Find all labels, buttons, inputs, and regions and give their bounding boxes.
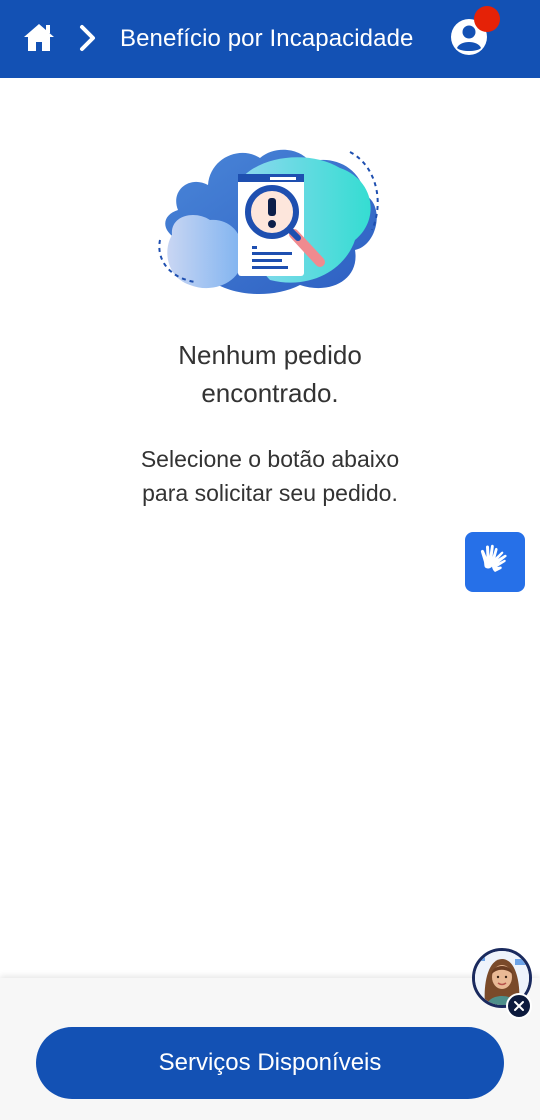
home-icon[interactable] [22,20,56,54]
page-title: Benefício por Incapacidade [120,25,414,52]
top-app-bar: Benefício por Incapacidade [0,0,540,78]
empty-state-subtitle-line1: Selecione o botão abaixo [140,446,400,472]
empty-state-title-line2: encontrado. [201,378,339,408]
empty-state-title: Nenhum pedido encontrado. [0,336,540,412]
empty-state-subtitle: Selecione o botão abaixo para solicitar … [0,442,540,510]
app-screen: Benefício por Incapacidade Nenhum pedido… [0,0,540,1120]
services-available-button[interactable]: Serviços Disponíveis [36,1027,504,1099]
empty-state-title-line1: Nenhum pedido [178,340,362,370]
notification-badge [474,6,500,32]
chevron-right-icon [78,24,98,52]
sign-language-icon [475,540,515,585]
empty-state-subtitle-line2: para solicitar seu pedido. [142,480,398,506]
sign-language-button[interactable] [465,532,525,592]
close-icon[interactable] [506,993,532,1019]
empty-state-illustration [150,140,390,300]
